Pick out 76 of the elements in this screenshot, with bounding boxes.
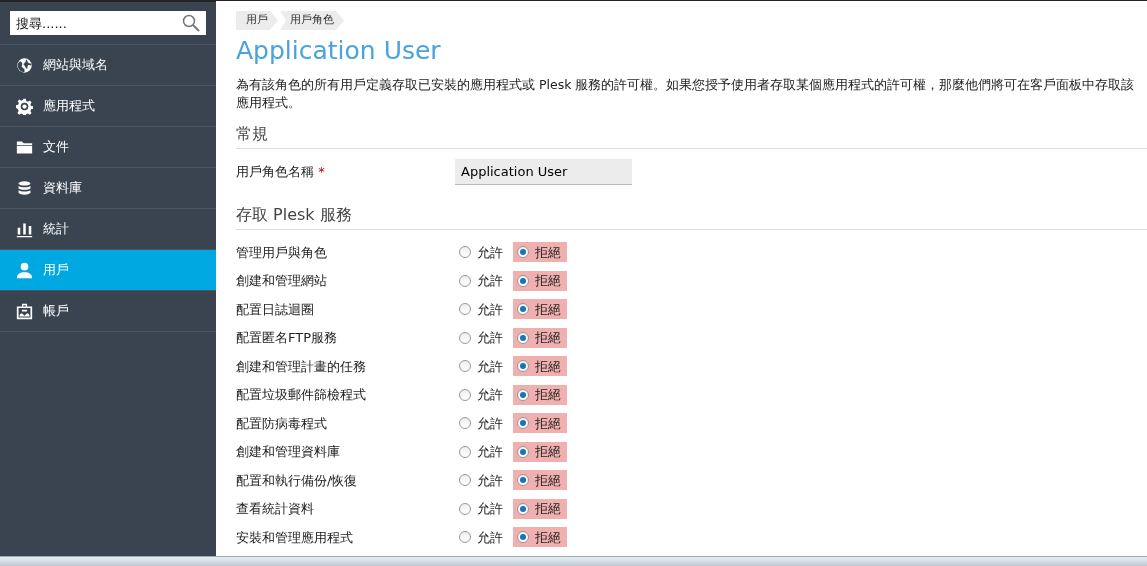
radio-option[interactable]: 允許 — [455, 242, 509, 263]
radio-option[interactable]: 拒絕 — [513, 413, 567, 434]
description-text: 為有該角色的所有用戶定義存取已安裝的應用程式或 Plesk 服務的許可權。如果您授予使用者存取某個應用程式的許可權，那麼他們將可在客戶面板中存取該應用程式。 — [236, 76, 1136, 112]
radio-button[interactable] — [517, 303, 529, 316]
radio-option[interactable]: 拒絕 — [513, 327, 567, 348]
globe-icon — [16, 56, 33, 74]
radio-button[interactable] — [517, 531, 529, 544]
radio-option[interactable]: 拒絕 — [513, 356, 567, 377]
radio-button[interactable] — [517, 474, 529, 487]
radio-option[interactable]: 允許 — [455, 413, 509, 434]
sidebar-item[interactable]: 應用程式 — [0, 85, 216, 126]
radio-button[interactable] — [459, 445, 471, 458]
database-icon — [16, 179, 33, 197]
section-heading: 存取 Plesk 服務 — [236, 203, 1147, 230]
radio-button[interactable] — [459, 360, 471, 373]
radio-button[interactable] — [459, 388, 471, 401]
permission-label: 管理用戶與角色 — [236, 244, 327, 260]
section-heading: 常規 — [236, 122, 1147, 149]
permission-label: 查看統計資料 — [236, 501, 314, 516]
radio-button[interactable] — [517, 246, 529, 259]
radio-button[interactable] — [517, 388, 529, 401]
radio-option[interactable]: 拒絕 — [513, 470, 567, 491]
radio-option[interactable]: 允許 — [455, 527, 509, 548]
radio-button[interactable] — [459, 531, 471, 544]
permission-label: 配置日誌迴圈 — [236, 301, 314, 317]
required-mark: * — [318, 164, 325, 180]
permission-label: 創建和管理資料庫 — [236, 444, 340, 459]
radio-option[interactable]: 允許 — [455, 470, 509, 491]
radio-option[interactable]: 允許 — [455, 498, 509, 519]
permission-label: 配置垃圾郵件篩檢程式 — [236, 387, 366, 402]
radio-button[interactable] — [517, 360, 529, 373]
radio-button[interactable] — [517, 331, 529, 344]
radio-button[interactable] — [459, 303, 471, 316]
permission-label: 創建和管理網站 — [236, 273, 327, 288]
radio-button[interactable] — [517, 502, 529, 515]
gear-icon — [16, 97, 33, 115]
sidebar-item[interactable]: 文件 — [0, 126, 216, 167]
radio-button[interactable] — [459, 502, 471, 515]
radio-option[interactable]: 允許 — [455, 270, 509, 291]
id-card-icon — [16, 302, 33, 320]
permission-label: 配置和執行備份/恢復 — [236, 472, 358, 488]
radio-button[interactable] — [517, 274, 529, 287]
permission-label: 配置匿名FTP服務 — [236, 330, 338, 345]
radio-option[interactable]: 允許 — [455, 384, 509, 405]
breadcrumb-link[interactable]: 用戶角色 — [280, 11, 344, 30]
radio-option[interactable]: 允許 — [455, 441, 509, 462]
radio-button[interactable] — [459, 274, 471, 287]
radio-button[interactable] — [459, 331, 471, 344]
radio-option[interactable]: 允許 — [455, 299, 509, 320]
radio-button[interactable] — [517, 445, 529, 458]
breadcrumb-link[interactable]: 用戶 — [236, 11, 278, 30]
permission-label: 創建和管理計畫的任務 — [236, 358, 366, 374]
radio-option[interactable]: 拒絕 — [513, 299, 567, 320]
user-icon — [16, 261, 33, 279]
role-name-field[interactable]: Application User — [455, 159, 632, 185]
sidebar-item[interactable]: 資料庫 — [0, 167, 216, 208]
permission-label: 安裝和管理應用程式 — [236, 529, 353, 545]
search-icon[interactable] — [182, 14, 200, 32]
search-field[interactable]: 搜尋...... — [10, 11, 206, 35]
permission-label: 配置防病毒程式 — [236, 415, 327, 431]
radio-option[interactable]: 允許 — [455, 356, 509, 377]
radio-button[interactable] — [459, 417, 471, 430]
sidebar-item[interactable]: 網站與域名 — [0, 44, 216, 85]
radio-option[interactable]: 拒絕 — [513, 384, 567, 405]
radio-option[interactable]: 拒絕 — [513, 242, 567, 263]
sidebar-item[interactable]: 帳戶 — [0, 290, 216, 331]
radio-button[interactable] — [459, 474, 471, 487]
radio-option[interactable]: 允許 — [455, 327, 509, 348]
radio-option[interactable]: 拒絕 — [513, 441, 567, 462]
radio-option[interactable]: 拒絕 — [513, 270, 567, 291]
field-label: 用戶角色名稱 — [236, 164, 314, 180]
radio-option[interactable]: 拒絕 — [513, 498, 567, 519]
radio-button[interactable] — [517, 417, 529, 430]
page-title: Application User — [236, 36, 442, 66]
radio-option[interactable]: 拒絕 — [513, 527, 567, 548]
radio-button[interactable] — [459, 246, 471, 259]
